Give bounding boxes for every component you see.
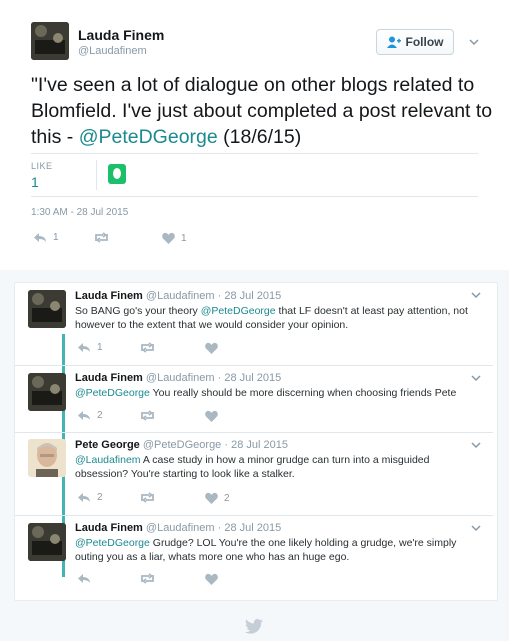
mention-link[interactable]: @PeteDGeorge: [201, 305, 276, 317]
reply-text-body: So BANG go's your theory: [75, 305, 201, 317]
twitter-bird-icon[interactable]: [245, 619, 263, 634]
reply-action[interactable]: 1: [33, 232, 59, 243]
reply-action[interactable]: 2: [77, 410, 103, 421]
like-stat-label: LIKE: [31, 161, 53, 171]
reply-icon: [78, 411, 90, 420]
reply-text: @PeteDGeorge You really should be more d…: [75, 386, 480, 400]
reply-text: @Laudafinem A case study in how a minor …: [75, 453, 480, 481]
retweet-icon: [141, 492, 154, 503]
main-tweet: Lauda Finem @Laudafinem Follow "I've see…: [0, 0, 509, 270]
reply-divider: [15, 432, 493, 433]
like-stat-count[interactable]: 1: [31, 174, 39, 190]
avatar-image: [28, 523, 66, 561]
author-name[interactable]: Pete George: [75, 439, 140, 451]
like-action[interactable]: [205, 573, 224, 585]
like-count: 2: [224, 492, 230, 504]
reply-text-tail: You really should be more discerning whe…: [149, 387, 457, 399]
avatar-image: [31, 22, 69, 60]
tweet-text-date: (18/6/15): [217, 126, 302, 148]
liker-avatar[interactable]: [108, 164, 126, 184]
heart-icon: [205, 410, 218, 422]
chevron-down-icon[interactable]: [471, 373, 481, 383]
avatar[interactable]: [31, 22, 69, 60]
like-action[interactable]: 1: [162, 232, 187, 244]
reply-count: 1: [97, 342, 103, 353]
reply-divider: [15, 515, 493, 516]
chevron-down-icon[interactable]: [471, 440, 481, 450]
avatar-image: [28, 290, 66, 328]
author-handle[interactable]: @Laudafinem: [146, 372, 215, 384]
author-name[interactable]: Lauda Finem: [78, 27, 164, 43]
mention-link[interactable]: @Laudafinem: [75, 454, 141, 466]
reply-icon: [78, 574, 90, 583]
like-action[interactable]: [205, 342, 224, 354]
retweet-action[interactable]: [93, 232, 110, 243]
reply-action[interactable]: 1: [77, 342, 103, 353]
reply-date[interactable]: · 28 Jul 2015: [218, 372, 282, 384]
reply-header: Lauda Finem @Laudafinem · 28 Jul 2015: [75, 290, 281, 302]
author-handle[interactable]: @PeteDGeorge: [143, 439, 221, 451]
reply-icon: [78, 343, 90, 352]
retweet-icon: [141, 410, 154, 421]
reply-date[interactable]: · 28 Jul 2015: [218, 290, 282, 302]
avatar[interactable]: [28, 290, 66, 328]
reply-date[interactable]: · 28 Jul 2015: [218, 522, 282, 534]
heart-icon: [205, 342, 218, 354]
mention-link[interactable]: @PeteDGeorge: [79, 126, 218, 148]
follow-button[interactable]: Follow: [376, 29, 454, 55]
reply-text: @PeteDGeorge Grudge? LOL You're the one …: [75, 536, 480, 564]
chevron-down-icon[interactable]: [471, 290, 481, 300]
reply-count: 2: [97, 410, 103, 421]
tweet-stats: LIKE 1: [31, 153, 478, 197]
retweet-icon: [141, 342, 154, 353]
retweet-action[interactable]: [139, 492, 156, 503]
author-handle[interactable]: @Laudafinem: [78, 45, 147, 57]
avatar-image: [28, 439, 66, 477]
author-name[interactable]: Lauda Finem: [75, 372, 143, 384]
heart-icon: [162, 232, 175, 244]
retweet-action[interactable]: [139, 410, 156, 421]
reply-divider: [15, 365, 493, 366]
author-name[interactable]: Lauda Finem: [75, 522, 143, 534]
avatar-image: [28, 373, 66, 411]
add-user-icon: [386, 36, 401, 48]
chevron-down-icon[interactable]: [471, 523, 481, 533]
tweet-timestamp[interactable]: 1:30 AM - 28 Jul 2015: [31, 207, 128, 218]
reply-action[interactable]: [77, 573, 97, 584]
reply-header: Lauda Finem @Laudafinem · 28 Jul 2015: [75, 372, 281, 384]
retweet-icon: [95, 232, 108, 243]
like-count: 1: [181, 232, 187, 244]
like-action[interactable]: 2: [205, 492, 230, 504]
retweet-action[interactable]: [139, 342, 156, 353]
follow-label: Follow: [405, 35, 444, 49]
avatar[interactable]: [28, 439, 66, 477]
reply-icon: [34, 233, 46, 242]
author-handle[interactable]: @Laudafinem: [146, 522, 215, 534]
reply-header: Lauda Finem @Laudafinem · 28 Jul 2015: [75, 522, 281, 534]
reply-text: So BANG go's your theory @PeteDGeorge th…: [75, 304, 480, 332]
retweet-icon: [141, 573, 154, 584]
retweet-action[interactable]: [139, 573, 156, 584]
author-name[interactable]: Lauda Finem: [75, 290, 143, 302]
heart-icon: [205, 573, 218, 585]
stats-divider: [96, 160, 97, 190]
mention-link[interactable]: @PeteDGeorge: [75, 537, 150, 549]
reply-header: Pete George @PeteDGeorge · 28 Jul 2015: [75, 439, 288, 451]
heart-icon: [205, 492, 218, 504]
mention-link[interactable]: @PeteDGeorge: [75, 387, 150, 399]
chevron-down-icon[interactable]: [469, 37, 479, 47]
reply-action[interactable]: 2: [77, 492, 103, 503]
like-action[interactable]: [205, 410, 224, 422]
reply-count: 1: [53, 232, 59, 243]
reply-date[interactable]: · 28 Jul 2015: [224, 439, 288, 451]
reply-count: 2: [97, 492, 103, 503]
avatar[interactable]: [28, 373, 66, 411]
author-handle[interactable]: @Laudafinem: [146, 290, 215, 302]
tweet-text: "I've seen a lot of dialogue on other bl…: [31, 72, 501, 150]
reply-icon: [78, 493, 90, 502]
avatar[interactable]: [28, 523, 66, 561]
